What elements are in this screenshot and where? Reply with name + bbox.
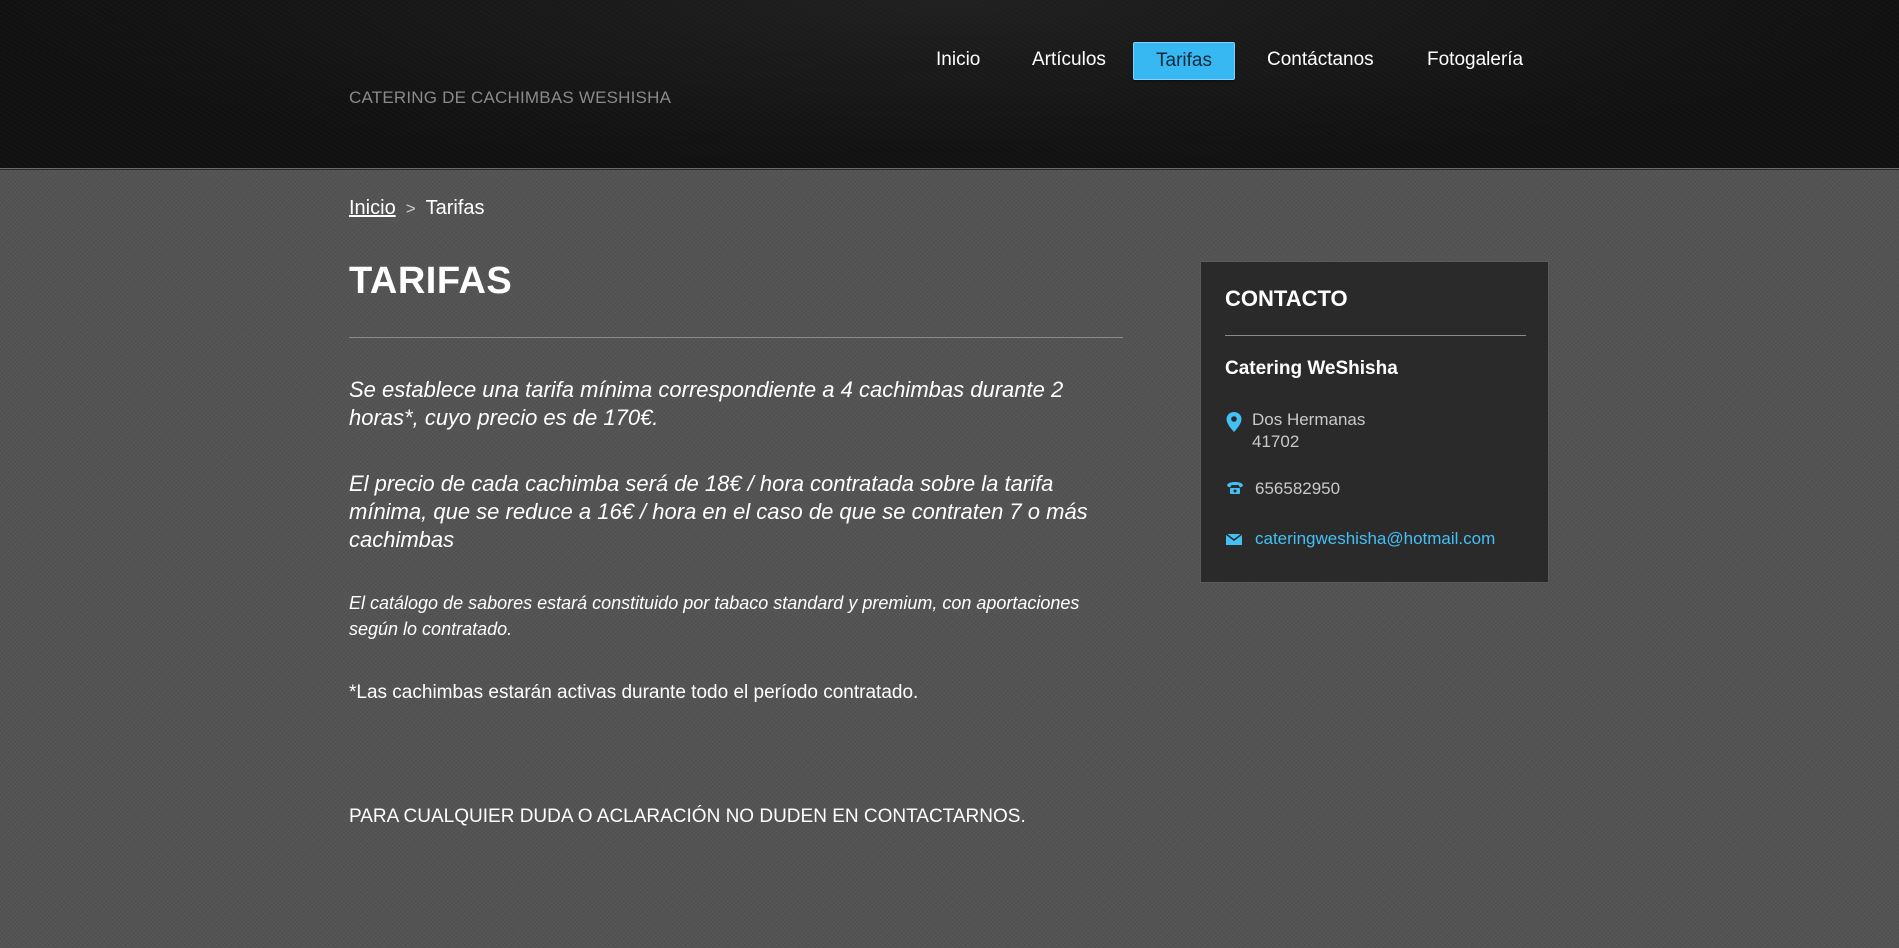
company-name: Catering WeShisha (1225, 358, 1398, 379)
address-line2: 41702 (1252, 432, 1300, 451)
rate-paragraph-price: El precio de cada cachimba será de 18€ /… (349, 471, 1088, 552)
nav-item-contactanos[interactable]: Contáctanos (1245, 42, 1396, 78)
main-nav: Inicio Artículos Tarifas Contáctanos Fot… (0, 42, 1899, 80)
site-header: CATERING DE CACHIMBAS WESHISHA Inicio Ar… (0, 0, 1899, 169)
page-title: TARIFAS (349, 260, 513, 302)
title-divider (349, 337, 1123, 338)
envelope-icon (1225, 530, 1243, 548)
breadcrumb: Inicio > Tarifas (349, 197, 485, 220)
phone-icon (1225, 480, 1243, 498)
map-pin-icon (1225, 411, 1243, 432)
breadcrumb-home-link[interactable]: Inicio (349, 197, 396, 219)
contact-panel-divider (1225, 335, 1526, 336)
contact-panel: CONTACTO Catering WeShisha Dos Hermanas … (1200, 261, 1549, 583)
email-link[interactable]: cateringweshisha@hotmail.com (1255, 528, 1495, 550)
contact-us-note: PARA CUALQUIER DUDA O ACLARACIÓN NO DUDE… (349, 806, 1026, 827)
breadcrumb-separator: > (405, 199, 416, 218)
active-period-note: *Las cachimbas estarán activas durante t… (349, 682, 919, 703)
address-line1: Dos Hermanas (1252, 410, 1366, 429)
rate-paragraph-minimum: Se establece una tarifa mínima correspon… (349, 377, 1064, 430)
contact-panel-title: CONTACTO (1225, 286, 1348, 311)
nav-item-articulos[interactable]: Artículos (1010, 42, 1128, 78)
breadcrumb-current: Tarifas (425, 197, 485, 219)
nav-item-tarifas[interactable]: Tarifas (1133, 42, 1235, 80)
site-title[interactable]: CATERING DE CACHIMBAS WESHISHA (349, 88, 671, 108)
nav-item-fotogaleria[interactable]: Fotogalería (1405, 42, 1545, 78)
nav-item-inicio[interactable]: Inicio (914, 42, 1002, 78)
phone-number[interactable]: 656582950 (1255, 478, 1340, 500)
flavor-catalog-paragraph: El catálogo de sabores estará constituid… (349, 593, 1080, 639)
